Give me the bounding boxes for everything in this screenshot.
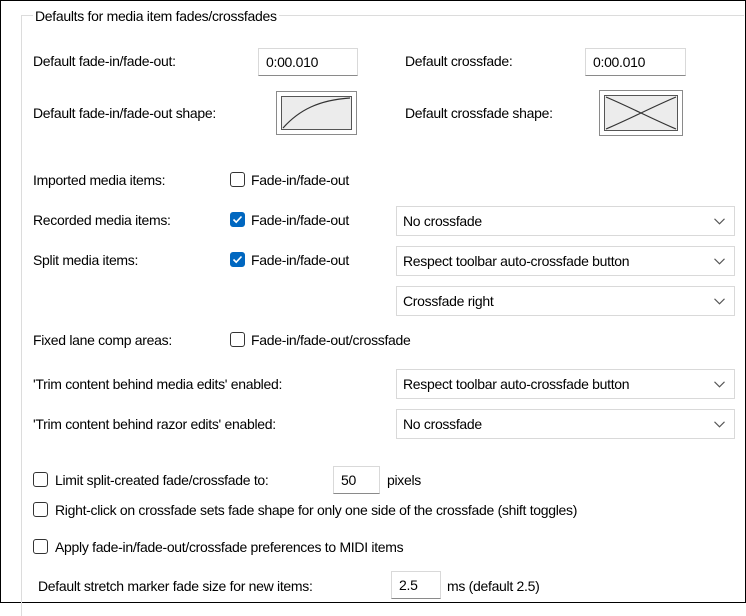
fade-curve-icon [281,96,352,130]
limit-split-checkbox[interactable] [33,472,48,487]
chevron-down-icon [714,381,725,388]
fixed-lane-label: Fixed lane comp areas: [33,332,172,348]
recorded-label: Recorded media items: [33,212,171,228]
right-click-checkbox[interactable] [33,502,48,517]
stretch-marker-input[interactable]: 2.5 [391,571,441,599]
crossfade-curve-icon [604,95,678,131]
imported-fade-checkbox[interactable] [230,172,245,187]
split-crossfade-select[interactable]: Respect toolbar auto-crossfade button [396,246,735,276]
crossfade-shape-label: Default crossfade shape: [405,105,553,121]
limit-split-input[interactable]: 50 [333,466,380,494]
limit-split-unit: pixels [387,472,421,488]
chevron-down-icon [714,421,725,428]
imported-fade-checkbox-label[interactable]: Fade-in/fade-out [251,171,349,189]
select-value: Crossfade right [403,293,494,309]
fixed-lane-checkbox[interactable] [230,332,245,347]
crossfade-default-input[interactable]: 0:00.010 [585,48,686,76]
right-click-label[interactable]: Right-click on crossfade sets fade shape… [55,501,577,519]
trim-razor-label: 'Trim content behind razor edits' enable… [33,416,276,432]
fixed-lane-checkbox-label[interactable]: Fade-in/fade-out/crossfade [251,331,411,349]
chevron-down-icon [714,298,725,305]
checkmark-icon [232,255,243,264]
split-fade-checkbox[interactable] [230,252,245,267]
trim-media-label: 'Trim content behind media edits' enable… [33,376,283,392]
fade-shape-label: Default fade-in/fade-out shape: [33,105,216,121]
apply-midi-label[interactable]: Apply fade-in/fade-out/crossfade prefere… [55,538,404,556]
group-title: Defaults for media item fades/crossfades [33,7,279,25]
limit-split-label[interactable]: Limit split-created fade/crossfade to: [55,471,269,489]
apply-midi-checkbox[interactable] [33,539,48,554]
split-crossfade-direction-select[interactable]: Crossfade right [396,286,735,316]
recorded-fade-checkbox-label[interactable]: Fade-in/fade-out [251,211,349,229]
recorded-crossfade-select[interactable]: No crossfade [396,206,735,236]
select-value: Respect toolbar auto-crossfade button [403,253,630,269]
stretch-marker-unit: ms (default 2.5) [447,578,540,594]
split-label: Split media items: [33,252,139,268]
crossfade-shape-button[interactable] [599,90,683,136]
recorded-fade-checkbox[interactable] [230,212,245,227]
split-fade-checkbox-label[interactable]: Fade-in/fade-out [251,251,349,269]
select-value: No crossfade [403,416,482,432]
fade-default-input[interactable]: 0:00.010 [258,48,358,76]
imported-label: Imported media items: [33,172,166,188]
fade-shape-button[interactable] [276,91,357,135]
trim-razor-select[interactable]: No crossfade [396,409,735,439]
crossfade-default-label: Default crossfade: [405,53,513,69]
select-value: No crossfade [403,213,482,229]
trim-media-select[interactable]: Respect toolbar auto-crossfade button [396,369,735,399]
chevron-down-icon [714,258,725,265]
chevron-down-icon [714,218,725,225]
stretch-marker-label: Default stretch marker fade size for new… [38,578,313,594]
fade-default-label: Default fade-in/fade-out: [33,53,176,69]
checkmark-icon [232,215,243,224]
select-value: Respect toolbar auto-crossfade button [403,376,630,392]
